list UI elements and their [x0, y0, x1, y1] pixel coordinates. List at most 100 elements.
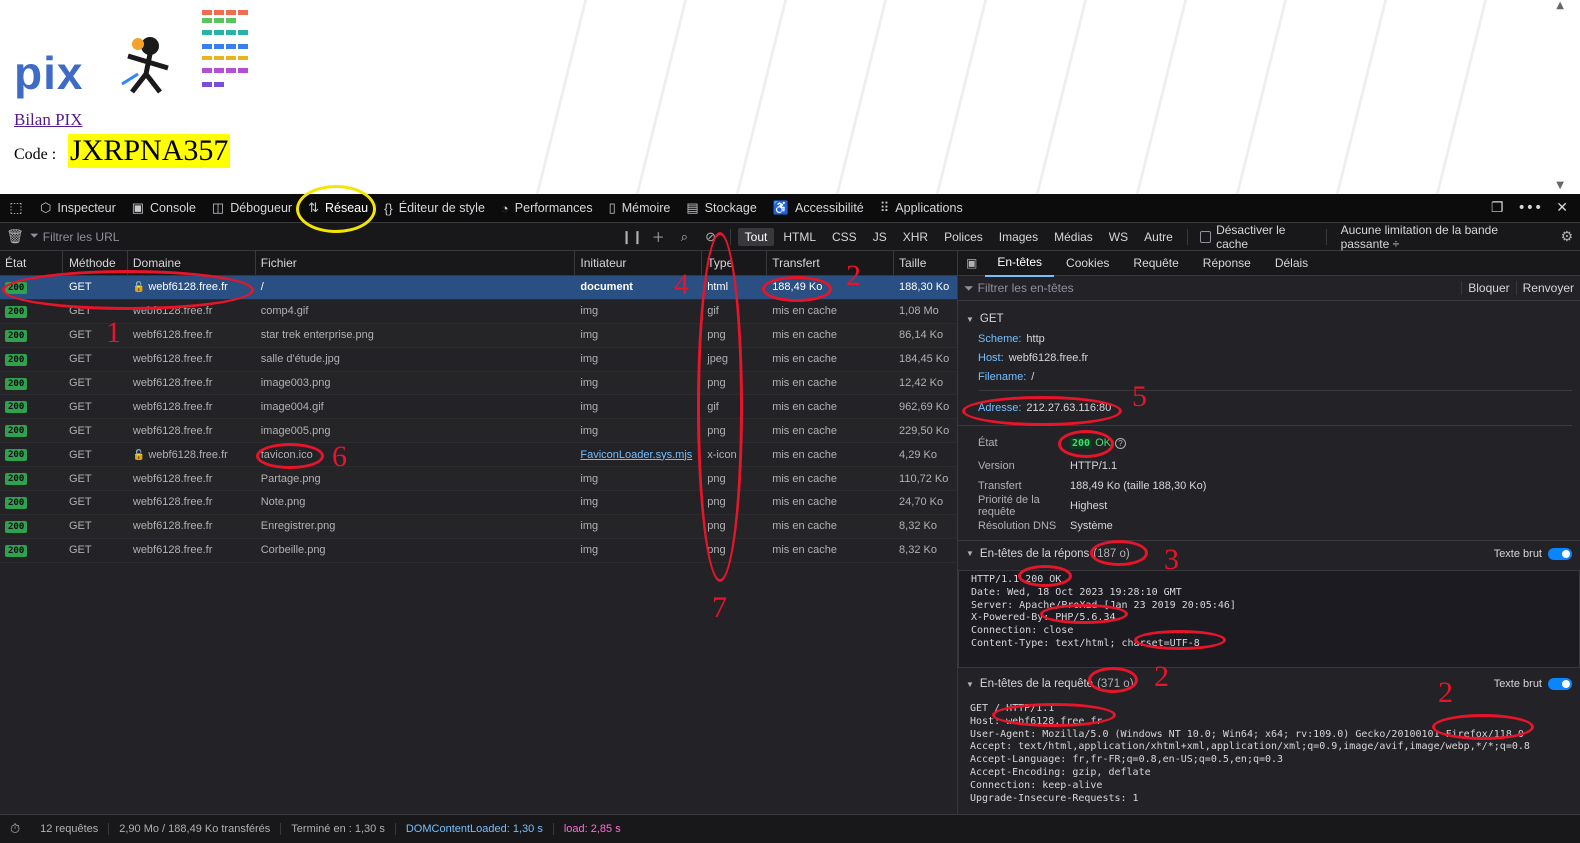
code-label: Code : [14, 146, 57, 163]
pix-logo[interactable]: pix [14, 46, 83, 100]
bilan-pix-link[interactable]: Bilan PIX [14, 110, 82, 130]
raw-request-toggle[interactable]: Texte brut [1494, 678, 1580, 690]
element-picker-icon[interactable]: ⬚ [0, 200, 32, 216]
tab-debogueur[interactable]: ◫ Débogueur [204, 194, 300, 223]
block-button[interactable]: Bloquer [1461, 281, 1515, 295]
column-etat[interactable]: État [0, 251, 63, 275]
table-row[interactable]: 200 GET webf6128.free.fr star trek enter… [0, 323, 957, 348]
column-fichier[interactable]: Fichier [256, 251, 576, 275]
table-row[interactable]: 200 GET 🔓 webf6128.free.fr / document htm… [0, 276, 957, 300]
filter-html[interactable]: HTML [776, 228, 823, 246]
table-row[interactable]: 200 GET webf6128.free.fr Enregistrer.png… [0, 514, 957, 539]
tab-memoire[interactable]: ▯ Mémoire [601, 194, 679, 223]
chevron-down-icon: ▼ [966, 549, 974, 558]
filter-tout[interactable]: Tout [737, 227, 775, 246]
response-headers-size: (187 o) [1093, 547, 1130, 560]
toggle-switch[interactable] [1548, 547, 1572, 560]
tab-editeur-de-style[interactable]: {} Éditeur de style [376, 194, 493, 223]
column-domaine[interactable]: Domaine [128, 251, 256, 275]
table-row[interactable]: 200 GET webf6128.free.fr image005.png im… [0, 419, 957, 444]
tab-performances[interactable]: ◔ Performances [493, 194, 601, 223]
table-row[interactable]: 200 GET webf6128.free.fr Partage.png img… [0, 467, 957, 492]
get-section-toggle[interactable]: ▼ GET [958, 309, 1580, 329]
table-row[interactable]: 200 GET webf6128.free.fr comp4.gif img g… [0, 300, 957, 324]
dock-icon[interactable]: ❐ [1491, 200, 1504, 216]
tab-applications[interactable]: ⠿ Applications [872, 194, 971, 223]
transfer-cell: mis en cache [772, 400, 837, 413]
type-cell: jpeg [707, 353, 729, 366]
filter-autre[interactable]: Autre [1137, 228, 1180, 246]
method-cell: GET [68, 424, 92, 437]
more-options-icon[interactable]: ••• [1517, 200, 1542, 216]
tab-en-tetes[interactable]: En-têtes [985, 251, 1055, 277]
dancer-image[interactable] [108, 34, 186, 94]
tab-reponse[interactable]: Réponse [1191, 251, 1263, 276]
divider [1186, 228, 1188, 245]
filter-medias[interactable]: Médias [1047, 228, 1100, 246]
throttling-select[interactable]: Aucune limitation de la bande passante ÷ [1333, 223, 1554, 251]
tab-console[interactable]: ▣ Console [124, 194, 204, 223]
tab-reseau[interactable]: ⇅ Réseau [300, 194, 376, 223]
storage-icon: ▤ [686, 200, 699, 215]
scroll-down-icon[interactable]: ▼ [1556, 180, 1564, 191]
toggle-sidebar-icon[interactable]: ▣ [958, 256, 985, 270]
pause-icon[interactable]: ❙❙ [619, 229, 645, 245]
table-row[interactable]: 200 GET 🔓 webf6128.free.fr favicon.ico Fa… [0, 443, 957, 468]
table-row[interactable]: 200 GET webf6128.free.fr salle d'étude.j… [0, 348, 957, 372]
column-taille[interactable]: Taille [894, 251, 957, 275]
colored-blocks-image[interactable] [200, 8, 252, 98]
type-cell: png [707, 377, 726, 389]
initiator-link[interactable]: FaviconLoader.sys.mjs [580, 449, 692, 461]
table-row[interactable]: 200 GET webf6128.free.fr Corbeille.png i… [0, 539, 957, 563]
filter-xhr[interactable]: XHR [896, 228, 935, 246]
filter-polices[interactable]: Polices [937, 228, 990, 246]
tab-accessibilite[interactable]: ♿ Accessibilité [765, 194, 872, 223]
type-cell: png [707, 544, 726, 557]
status-badge: 200 [1070, 438, 1093, 449]
add-icon[interactable]: ＋ [645, 227, 671, 246]
tab-requete[interactable]: Requête [1121, 251, 1190, 276]
column-type[interactable]: Type [702, 251, 768, 275]
response-headers-toggle[interactable]: ▼ En-têtes de la répons (187 o) Texte br… [958, 540, 1580, 566]
clear-log-icon[interactable]: 🗑 [0, 228, 30, 245]
annotation-number: 6 [332, 440, 347, 473]
tab-inspecteur[interactable]: ⬡ Inspecteur [32, 194, 124, 223]
status-cell: 200 [0, 472, 63, 486]
headers-filter-input[interactable] [973, 281, 1462, 295]
network-status-bar: ⏱ 12 requêtes 2,90 Mo / 188,49 Ko transf… [0, 814, 1580, 843]
table-row[interactable]: 200 GET webf6128.free.fr image004.gif im… [0, 395, 957, 420]
gear-icon[interactable]: ⚙ [1554, 228, 1580, 245]
resend-button[interactable]: Renvoyer [1515, 281, 1580, 295]
tab-delais[interactable]: Délais [1263, 251, 1320, 276]
tab-stockage[interactable]: ▤ Stockage [678, 194, 764, 223]
scroll-up-icon[interactable]: ▲ [1556, 0, 1564, 11]
filter-css[interactable]: CSS [825, 228, 864, 246]
annotation-number: 2 [1438, 676, 1453, 709]
raw-response-toggle[interactable]: Texte brut [1494, 547, 1580, 560]
url-filter-input[interactable] [38, 225, 619, 248]
tab-cookies[interactable]: Cookies [1054, 251, 1121, 276]
domain-cell: webf6128.free.fr [132, 377, 213, 389]
table-row[interactable]: 200 GET webf6128.free.fr Note.png img pn… [0, 491, 957, 515]
block-icon[interactable]: ⊘ [698, 229, 724, 245]
help-icon[interactable]: ? [1114, 438, 1126, 449]
annotation-number: 3 [1164, 543, 1179, 576]
table-row[interactable]: 200 GET webf6128.free.fr image003.png im… [0, 371, 957, 396]
checkbox-box[interactable] [1199, 230, 1212, 243]
performance-analysis-icon[interactable]: ⏱ [0, 821, 30, 837]
filter-ws[interactable]: WS [1102, 228, 1135, 246]
disable-cache-checkbox[interactable]: Désactiver le cache [1194, 223, 1320, 251]
filter-images[interactable]: Images [992, 228, 1045, 246]
initiator-cell: img [580, 424, 599, 437]
toggle-switch[interactable] [1548, 678, 1572, 690]
search-icon[interactable]: ⌕ [671, 229, 697, 245]
filter-js[interactable]: JS [866, 228, 894, 246]
request-headers-toggle[interactable]: ▼ En-têtes de la requête (371 o) Texte b… [958, 672, 1580, 696]
file-cell: Enregistrer.png [260, 520, 336, 533]
column-transfert[interactable]: Transfert [767, 251, 895, 275]
type-cell: x-icon [707, 448, 737, 461]
annotation-number: 1 [106, 316, 121, 349]
column-methode[interactable]: Méthode [63, 251, 128, 275]
close-icon[interactable]: ✕ [1556, 200, 1568, 216]
transfer-cell: mis en cache [772, 305, 837, 318]
